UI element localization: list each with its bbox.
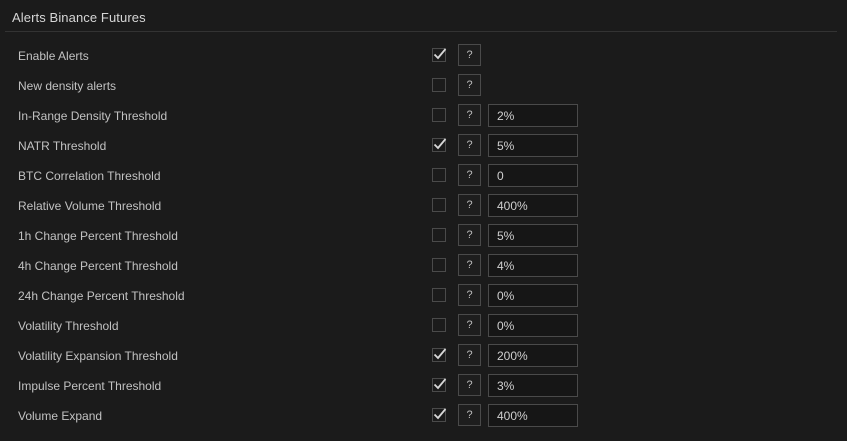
checkbox-natr-threshold[interactable] <box>432 138 447 152</box>
help-button-volume-expand[interactable]: ? <box>458 404 481 426</box>
checkbox-volatility-threshold[interactable] <box>432 318 446 332</box>
setting-row-volatility-threshold: Volatility Threshold? <box>0 311 847 341</box>
setting-label-in-range-density-threshold: In-Range Density Threshold <box>18 109 168 123</box>
setting-label-impulse-percent-threshold: Impulse Percent Threshold <box>18 379 162 393</box>
checkbox-24h-change-percent-threshold[interactable] <box>432 288 446 302</box>
checkmark-icon <box>433 48 447 60</box>
help-button-relative-volume-threshold[interactable]: ? <box>458 194 481 216</box>
setting-label-volatility-expansion-threshold: Volatility Expansion Threshold <box>18 349 178 363</box>
threshold-input-in-range-density-threshold[interactable] <box>488 104 578 127</box>
threshold-input-1h-change-percent-threshold[interactable] <box>488 224 578 247</box>
help-button-volatility-threshold[interactable]: ? <box>458 314 481 336</box>
checkmark-icon <box>433 408 447 420</box>
setting-label-24h-change-percent-threshold: 24h Change Percent Threshold <box>18 289 185 303</box>
setting-label-relative-volume-threshold: Relative Volume Threshold <box>18 199 162 213</box>
setting-label-new-density-alerts: New density alerts <box>18 79 117 93</box>
setting-row-impulse-percent-threshold: Impulse Percent Threshold? <box>0 371 847 401</box>
help-button-enable-alerts[interactable]: ? <box>458 44 481 66</box>
setting-row-1h-change-percent-threshold: 1h Change Percent Threshold? <box>0 221 847 251</box>
title-divider <box>5 31 837 32</box>
setting-row-btc-correlation-threshold: BTC Correlation Threshold? <box>0 161 847 191</box>
help-button-btc-correlation-threshold[interactable]: ? <box>458 164 481 186</box>
checkbox-in-range-density-threshold[interactable] <box>432 108 446 122</box>
threshold-input-volume-expand[interactable] <box>488 404 578 427</box>
setting-label-btc-correlation-threshold: BTC Correlation Threshold <box>18 169 161 183</box>
setting-row-enable-alerts: Enable Alerts? <box>0 41 847 71</box>
setting-row-24h-change-percent-threshold: 24h Change Percent Threshold? <box>0 281 847 311</box>
checkbox-relative-volume-threshold[interactable] <box>432 198 446 212</box>
setting-label-enable-alerts: Enable Alerts <box>18 49 89 63</box>
setting-label-4h-change-percent-threshold: 4h Change Percent Threshold <box>18 259 178 273</box>
checkbox-impulse-percent-threshold[interactable] <box>432 378 447 392</box>
help-button-1h-change-percent-threshold[interactable]: ? <box>458 224 481 246</box>
checkbox-volume-expand[interactable] <box>432 408 447 422</box>
checkbox-1h-change-percent-threshold[interactable] <box>432 228 446 242</box>
help-button-natr-threshold[interactable]: ? <box>458 134 481 156</box>
help-button-impulse-percent-threshold[interactable]: ? <box>458 374 481 396</box>
alerts-panel: Alerts Binance Futures Enable Alerts? New… <box>0 0 847 441</box>
help-button-new-density-alerts[interactable]: ? <box>458 74 481 96</box>
setting-label-volatility-threshold: Volatility Threshold <box>18 319 119 333</box>
setting-row-new-density-alerts: New density alerts? <box>0 71 847 101</box>
checkmark-icon <box>433 348 447 360</box>
help-button-volatility-expansion-threshold[interactable]: ? <box>458 344 481 366</box>
checkmark-icon <box>433 138 447 150</box>
help-button-24h-change-percent-threshold[interactable]: ? <box>458 284 481 306</box>
checkbox-btc-correlation-threshold[interactable] <box>432 168 446 182</box>
setting-label-natr-threshold: NATR Threshold <box>18 139 107 153</box>
threshold-input-natr-threshold[interactable] <box>488 134 578 157</box>
checkbox-new-density-alerts[interactable] <box>432 78 446 92</box>
panel-title: Alerts Binance Futures <box>12 10 146 25</box>
setting-label-1h-change-percent-threshold: 1h Change Percent Threshold <box>18 229 178 243</box>
threshold-input-relative-volume-threshold[interactable] <box>488 194 578 217</box>
threshold-input-btc-correlation-threshold[interactable] <box>488 164 578 187</box>
setting-row-natr-threshold: NATR Threshold? <box>0 131 847 161</box>
checkbox-enable-alerts[interactable] <box>432 48 447 62</box>
setting-row-volatility-expansion-threshold: Volatility Expansion Threshold? <box>0 341 847 371</box>
threshold-input-volatility-expansion-threshold[interactable] <box>488 344 578 367</box>
threshold-input-impulse-percent-threshold[interactable] <box>488 374 578 397</box>
setting-row-relative-volume-threshold: Relative Volume Threshold? <box>0 191 847 221</box>
setting-label-volume-expand: Volume Expand <box>18 409 103 423</box>
settings-list: Enable Alerts? New density alerts? In-Rang… <box>0 41 847 431</box>
threshold-input-24h-change-percent-threshold[interactable] <box>488 284 578 307</box>
setting-row-volume-expand: Volume Expand? <box>0 401 847 431</box>
checkbox-4h-change-percent-threshold[interactable] <box>432 258 446 272</box>
help-button-4h-change-percent-threshold[interactable]: ? <box>458 254 481 276</box>
help-button-in-range-density-threshold[interactable]: ? <box>458 104 481 126</box>
threshold-input-4h-change-percent-threshold[interactable] <box>488 254 578 277</box>
checkbox-volatility-expansion-threshold[interactable] <box>432 348 447 362</box>
setting-row-in-range-density-threshold: In-Range Density Threshold? <box>0 101 847 131</box>
threshold-input-volatility-threshold[interactable] <box>488 314 578 337</box>
setting-row-4h-change-percent-threshold: 4h Change Percent Threshold? <box>0 251 847 281</box>
checkmark-icon <box>433 378 447 390</box>
